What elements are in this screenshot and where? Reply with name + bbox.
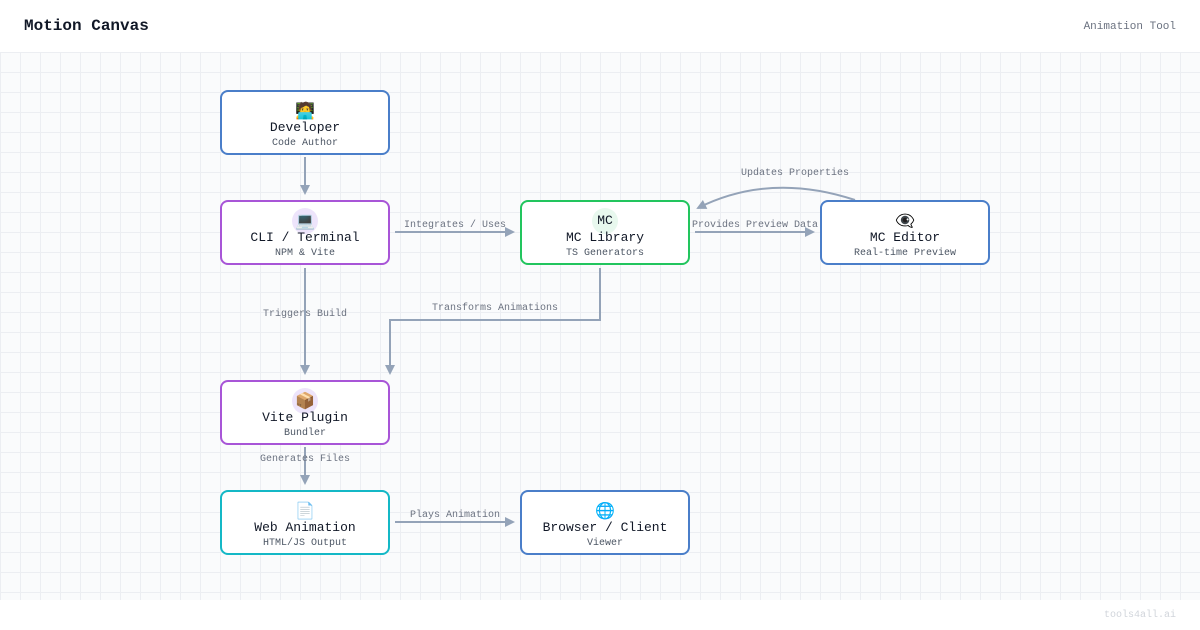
node-name: Vite Plugin bbox=[262, 410, 348, 425]
node-name: MC Editor bbox=[869, 230, 941, 245]
edge-label-plays: Plays Animation bbox=[410, 509, 500, 521]
node-desc: Real-time Preview bbox=[853, 248, 957, 259]
node-desc: Bundler bbox=[283, 428, 326, 439]
node-web-animation[interactable]: 📄 Web Animation HTML/JS Output bbox=[220, 490, 390, 555]
node-desc: TS Generators bbox=[565, 248, 644, 259]
edge-label-provides: Provides Preview Data bbox=[692, 219, 818, 231]
node-desc: Viewer bbox=[586, 538, 623, 549]
edge-label-updates: Updates Properties bbox=[741, 167, 849, 179]
node-name: Web Animation bbox=[254, 520, 356, 535]
node-name: MC Library bbox=[565, 230, 644, 245]
edge-label-transforms: Transforms Animations bbox=[432, 302, 558, 314]
node-cli[interactable]: 💻 CLI / Terminal NPM & Vite bbox=[220, 200, 390, 265]
edge-label-integrates: Integrates / Uses bbox=[404, 219, 506, 231]
edge-library-vite bbox=[385, 268, 601, 375]
node-vite-plugin[interactable]: 📦 Vite Plugin Bundler bbox=[220, 380, 390, 445]
node-name: Browser / Client bbox=[542, 520, 668, 535]
node-name: CLI / Terminal bbox=[250, 230, 360, 245]
edge-label-triggers: Triggers Build bbox=[263, 308, 347, 320]
node-name: Developer bbox=[269, 120, 341, 135]
node-desc: NPM & Vite bbox=[274, 248, 335, 259]
node-developer[interactable]: 🧑‍💻 Developer Code Author bbox=[220, 90, 390, 155]
edge-label-generates: Generates Files bbox=[260, 453, 350, 465]
node-browser[interactable]: 🌐 Browser / Client Viewer bbox=[520, 490, 690, 555]
node-library[interactable]: MC MC Library TS Generators bbox=[520, 200, 690, 265]
node-desc: Code Author bbox=[271, 138, 338, 149]
node-editor[interactable]: 👁‍🗨 MC Editor Real-time Preview bbox=[820, 200, 990, 265]
node-desc: HTML/JS Output bbox=[262, 538, 347, 549]
